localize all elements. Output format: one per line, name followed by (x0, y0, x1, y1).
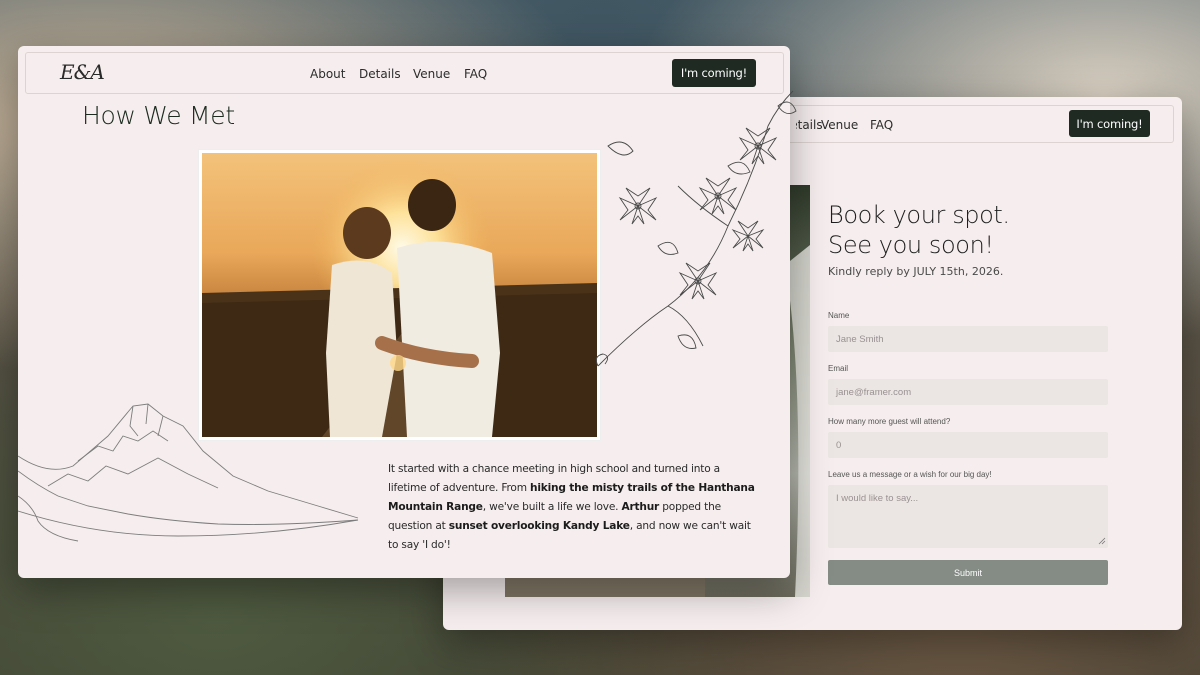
rsvp-deadline-text: Kindly reply by JULY 15th, 2026. (828, 265, 1004, 278)
name-input[interactable]: Jane Smith (828, 326, 1108, 352)
floral-illustration-icon (595, 90, 797, 367)
nav-link-venue[interactable]: Venue (413, 67, 450, 81)
story-page-window: E&A About Details Venue FAQ I'm coming! … (18, 46, 797, 578)
story-title: How We Met (82, 101, 235, 130)
rsvp-heading-line-1: Book your spot. (828, 201, 1010, 229)
resize-handle-icon[interactable] (1098, 537, 1106, 545)
message-label: Leave us a message or a wish for our big… (828, 470, 992, 479)
email-input[interactable]: jane@framer.com (828, 379, 1108, 405)
im-coming-button[interactable]: I'm coming! (1069, 110, 1150, 137)
nav-link-about[interactable]: About (310, 67, 345, 81)
couple-sunset-photo (199, 150, 600, 440)
nav-link-details[interactable]: Details (359, 67, 401, 81)
im-coming-button[interactable]: I'm coming! (672, 59, 756, 87)
email-label: Email (828, 364, 849, 373)
story-paragraph: It started with a chance meeting in high… (388, 460, 760, 555)
rsvp-heading: Book your spot. See you soon! (828, 200, 1010, 260)
story-text-part: , we've built a life we love. (482, 501, 622, 513)
nav-link-venue[interactable]: Venue (821, 118, 858, 132)
story-navbar: E&A About Details Venue FAQ I'm coming! (25, 52, 784, 94)
story-highlight-name: Arthur (621, 501, 660, 513)
story-highlight-lake: sunset overlooking Kandy Lake (448, 520, 630, 532)
nav-link-faq[interactable]: FAQ (464, 67, 487, 81)
rsvp-heading-line-2: See you soon! (828, 231, 994, 259)
name-label: Name (828, 311, 850, 320)
nav-link-faq[interactable]: FAQ (870, 118, 893, 132)
guests-label: How many more guest will attend? (828, 417, 951, 426)
submit-button[interactable]: Submit (828, 560, 1108, 585)
guests-input[interactable]: 0 (828, 432, 1108, 458)
monogram-logo[interactable]: E&A (60, 60, 105, 84)
message-textarea[interactable]: I would like to say... (828, 485, 1108, 548)
